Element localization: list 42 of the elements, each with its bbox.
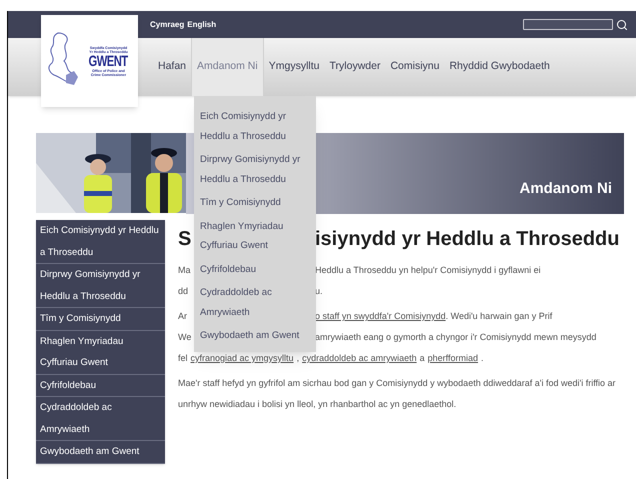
- text: Heddlu a Throseddu yn helpu'r Comisiynydd i gyflawni ei: [315, 265, 541, 275]
- language-link[interactable]: Cymraeg: [150, 18, 184, 30]
- menu-item[interactable]: Dirprwy Gomisiynydd yr Heddlu a Throseddu: [194, 148, 316, 191]
- text: Ma: [178, 265, 191, 275]
- nav-item[interactable]: Tryloywder: [324, 38, 386, 96]
- sidebar-item[interactable]: Cyfrifoldebau: [36, 374, 165, 397]
- logo-name: GWENT: [88, 54, 128, 68]
- sidebar-item[interactable]: Eich Comisiynydd yr Heddlu a Throseddu: [36, 220, 165, 264]
- text: fel: [178, 352, 188, 365]
- banner-title: Amdanom Ni: [519, 178, 612, 198]
- text: a: [420, 352, 425, 365]
- paragraph: Mae'r staff hefyd yn gyfrifol am sicrhau bod gan y Comisiynydd y wybodaeth ddiweddaraf a'i fod wedi'i friffio ar unrhyw newidiadau i bolisi yn lleol, yn rhanbarthol ac yn genedlaethol.: [178, 377, 617, 411]
- sidebar-item[interactable]: Dirprwy Gomisiynydd yr Heddlu a Throseddu: [36, 264, 165, 308]
- search-field[interactable]: [523, 19, 613, 30]
- text: We: [178, 332, 192, 342]
- text-link[interactable]: pherfformiad: [428, 348, 478, 369]
- text: dd: [178, 286, 188, 296]
- menu-item[interactable]: Rhaglen Ymyriadau Cyffuriau Gwent: [194, 214, 316, 258]
- text-link[interactable]: cyfranogiad ac ymgysylltu: [190, 348, 294, 369]
- menu-item[interactable]: Eich Comisiynydd yr Heddlu a Throseddu: [194, 105, 316, 148]
- page-heading: S: [178, 228, 192, 250]
- sidebar-item[interactable]: Rhaglen Ymyriadau Cyffuriau Gwent: [36, 330, 165, 374]
- sidebar-item[interactable]: Cydraddoldeb ac Amrywiaeth: [36, 397, 165, 441]
- text: ,: [296, 352, 300, 365]
- text: . Wedi'u harwain gan y Prif: [446, 311, 552, 321]
- text: .: [481, 352, 484, 365]
- nav-item[interactable]: Ymgysylltu: [264, 38, 324, 96]
- search-icon[interactable]: [616, 18, 628, 30]
- page-heading: isiynydd yr Heddlu a Throseddu: [315, 227, 620, 252]
- menu-item[interactable]: Cyfrifoldebau: [194, 258, 316, 281]
- nav-item[interactable]: Rhyddid Gwybodaeth: [444, 38, 555, 96]
- text: amrywiaeth eang o gymorth a chyngor i'r Comisiynydd mewn meysydd: [315, 332, 596, 342]
- nav-item[interactable]: Hafan: [153, 38, 192, 96]
- text-link[interactable]: cydraddoldeb ac amrywiaeth: [302, 348, 417, 369]
- nav-item[interactable]: Comisiynu: [385, 38, 444, 96]
- language-link[interactable]: English: [187, 18, 216, 30]
- menu-item[interactable]: Tîm y Comisiynydd: [194, 191, 316, 214]
- sidebar-item[interactable]: Gwybodaeth am Gwent: [36, 441, 165, 464]
- sidebar-item[interactable]: Tîm y Comisiynydd: [36, 308, 165, 330]
- menu-item[interactable]: Gwybodaeth am Gwent: [194, 324, 316, 348]
- menu-item[interactable]: Cydraddoldeb ac Amrywiaeth: [194, 281, 316, 324]
- text: Ar: [178, 311, 187, 321]
